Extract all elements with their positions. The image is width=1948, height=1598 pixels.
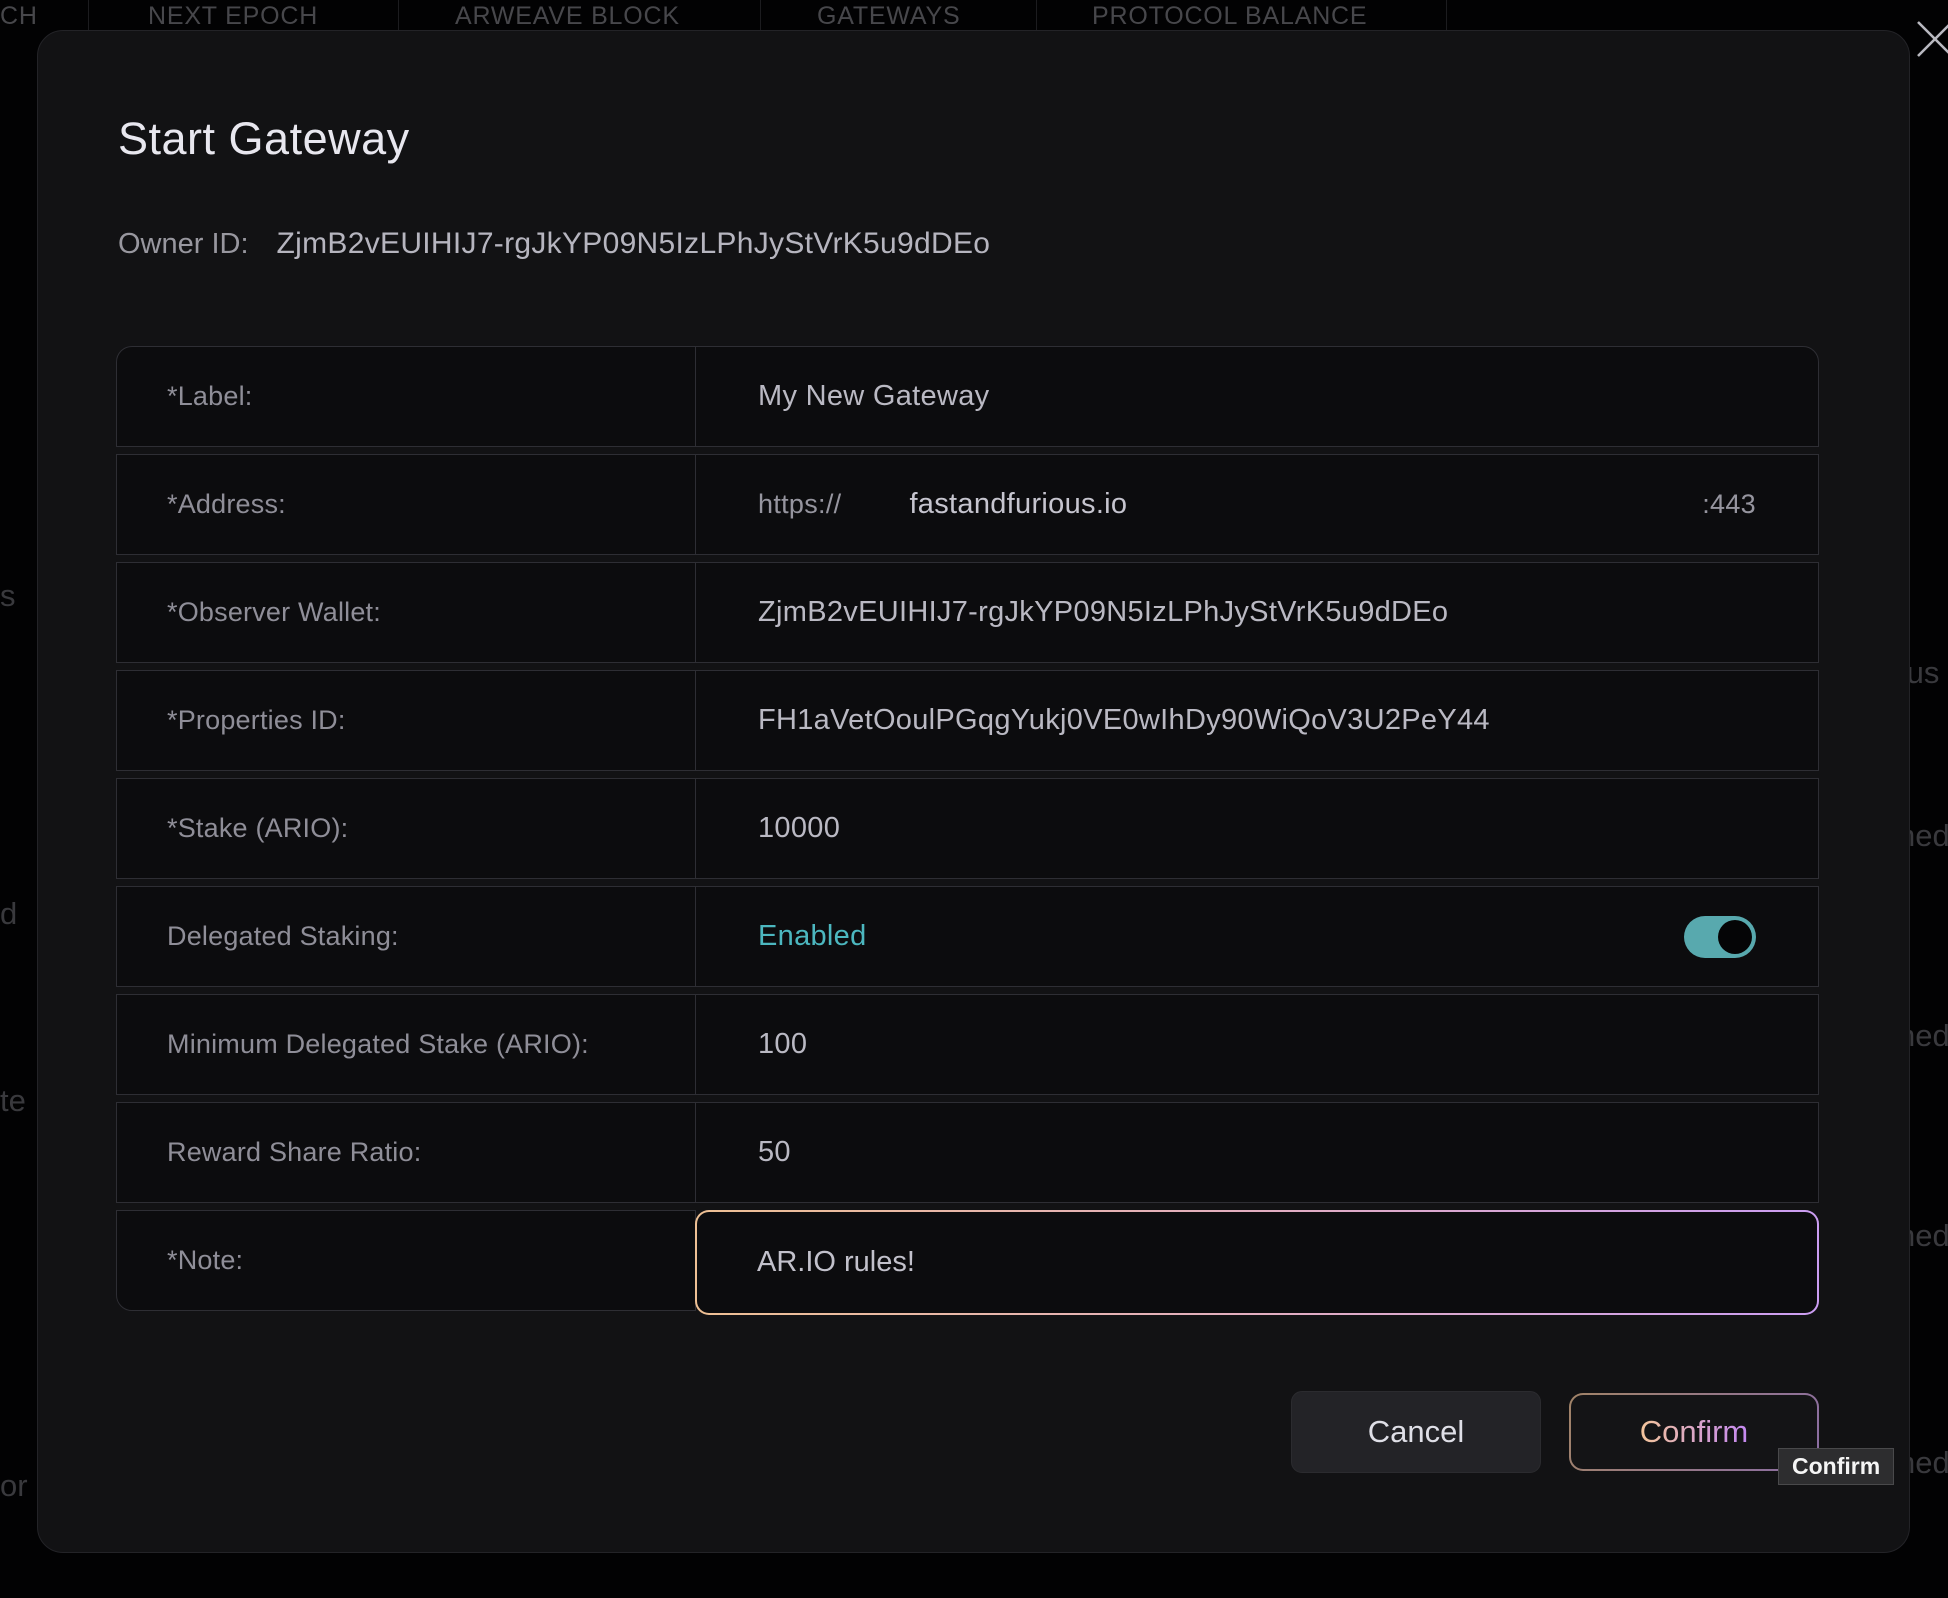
form-row-min-delegated-stake: Minimum Delegated Stake (ARIO): 100 — [116, 994, 1819, 1095]
min-delegated-stake-input[interactable]: 100 — [695, 994, 1819, 1095]
stake-caption: *Stake (ARIO): — [116, 778, 696, 879]
form-row-properties-id: *Properties ID: FH1aVetOoulPGqgYukj0VE0w… — [116, 670, 1819, 771]
min-delegated-stake-caption: Minimum Delegated Stake (ARIO): — [116, 994, 696, 1095]
reward-share-ratio-caption: Reward Share Ratio: — [116, 1102, 696, 1203]
header-divider — [398, 0, 399, 30]
bg-fragment-left: te — [0, 1083, 26, 1119]
form-row-note: *Note: AR.IO rules! — [116, 1210, 1819, 1311]
properties-id-input[interactable]: FH1aVetOoulPGqgYukj0VE0wIhDy90WiQoV3U2Pe… — [695, 670, 1819, 771]
start-gateway-modal: Start Gateway Owner ID: ZjmB2vEUIHIJ7-rg… — [37, 30, 1910, 1553]
bg-stat-gateways: GATEWAYS — [817, 2, 960, 31]
bg-stat-protocol-balance: PROTOCOL BALANCE — [1092, 2, 1367, 31]
header-divider — [760, 0, 761, 30]
bg-fragment-left: d — [0, 896, 17, 932]
header-divider — [1036, 0, 1037, 30]
address-input[interactable]: https:// fastandfurious.io :443 — [695, 454, 1819, 555]
note-caption: *Note: — [116, 1210, 696, 1311]
note-input-focus-border: AR.IO rules! — [695, 1210, 1819, 1315]
owner-id-row: Owner ID: ZjmB2vEUIHIJ7-rgJkYP09N5IzLPhJ… — [118, 227, 990, 261]
address-protocol-prefix: https:// — [758, 489, 841, 520]
header-divider — [88, 0, 89, 30]
screen: { "header": { "fragment_left": "CH", "la… — [0, 0, 1948, 1598]
confirm-tooltip: Confirm — [1778, 1448, 1894, 1485]
owner-id-label: Owner ID: — [118, 228, 249, 261]
delegated-staking-status: Enabled — [758, 920, 867, 953]
label-field-caption: *Label: — [116, 346, 696, 447]
address-domain-value[interactable]: fastandfurious.io — [909, 488, 1127, 521]
address-port-suffix: :443 — [1702, 489, 1756, 520]
bg-fragment-epoch: CH — [0, 2, 38, 31]
form-row-address: *Address: https:// fastandfurious.io :44… — [116, 454, 1819, 555]
cancel-button[interactable]: Cancel — [1291, 1391, 1541, 1473]
form-row-label: *Label: My New Gateway — [116, 346, 1819, 447]
label-input[interactable]: My New Gateway — [695, 346, 1819, 447]
stake-input[interactable]: 10000 — [695, 778, 1819, 879]
reward-share-ratio-input[interactable]: 50 — [695, 1102, 1819, 1203]
form-row-observer-wallet: *Observer Wallet: ZjmB2vEUIHIJ7-rgJkYP09… — [116, 562, 1819, 663]
delegated-staking-caption: Delegated Staking: — [116, 886, 696, 987]
toggle-knob — [1718, 920, 1752, 954]
observer-wallet-caption: *Observer Wallet: — [116, 562, 696, 663]
address-field-caption: *Address: — [116, 454, 696, 555]
bg-stat-arweave-block: ARWEAVE BLOCK — [455, 2, 680, 31]
header-divider — [1446, 0, 1447, 30]
owner-id-value: ZjmB2vEUIHIJ7-rgJkYP09N5IzLPhJyStVrK5u9d… — [277, 227, 991, 261]
bg-fragment-left: s — [0, 578, 16, 614]
gateway-form-table: *Label: My New Gateway *Address: https:/… — [116, 346, 1819, 1318]
form-row-stake: *Stake (ARIO): 10000 — [116, 778, 1819, 879]
form-row-delegated-staking: Delegated Staking: Enabled — [116, 886, 1819, 987]
bg-fragment-left: or — [0, 1468, 28, 1504]
modal-title: Start Gateway — [118, 113, 410, 165]
bg-stat-next-epoch: NEXT EPOCH — [148, 2, 318, 31]
delegated-staking-toggle[interactable] — [1684, 916, 1756, 958]
observer-wallet-input[interactable]: ZjmB2vEUIHIJ7-rgJkYP09N5IzLPhJyStVrK5u9d… — [695, 562, 1819, 663]
confirm-button-label: Confirm — [1640, 1414, 1749, 1450]
form-row-reward-share-ratio: Reward Share Ratio: 50 — [116, 1102, 1819, 1203]
close-icon[interactable] — [1912, 16, 1948, 62]
note-input[interactable]: AR.IO rules! — [697, 1212, 1817, 1313]
properties-id-caption: *Properties ID: — [116, 670, 696, 771]
delegated-staking-cell: Enabled — [695, 886, 1819, 987]
